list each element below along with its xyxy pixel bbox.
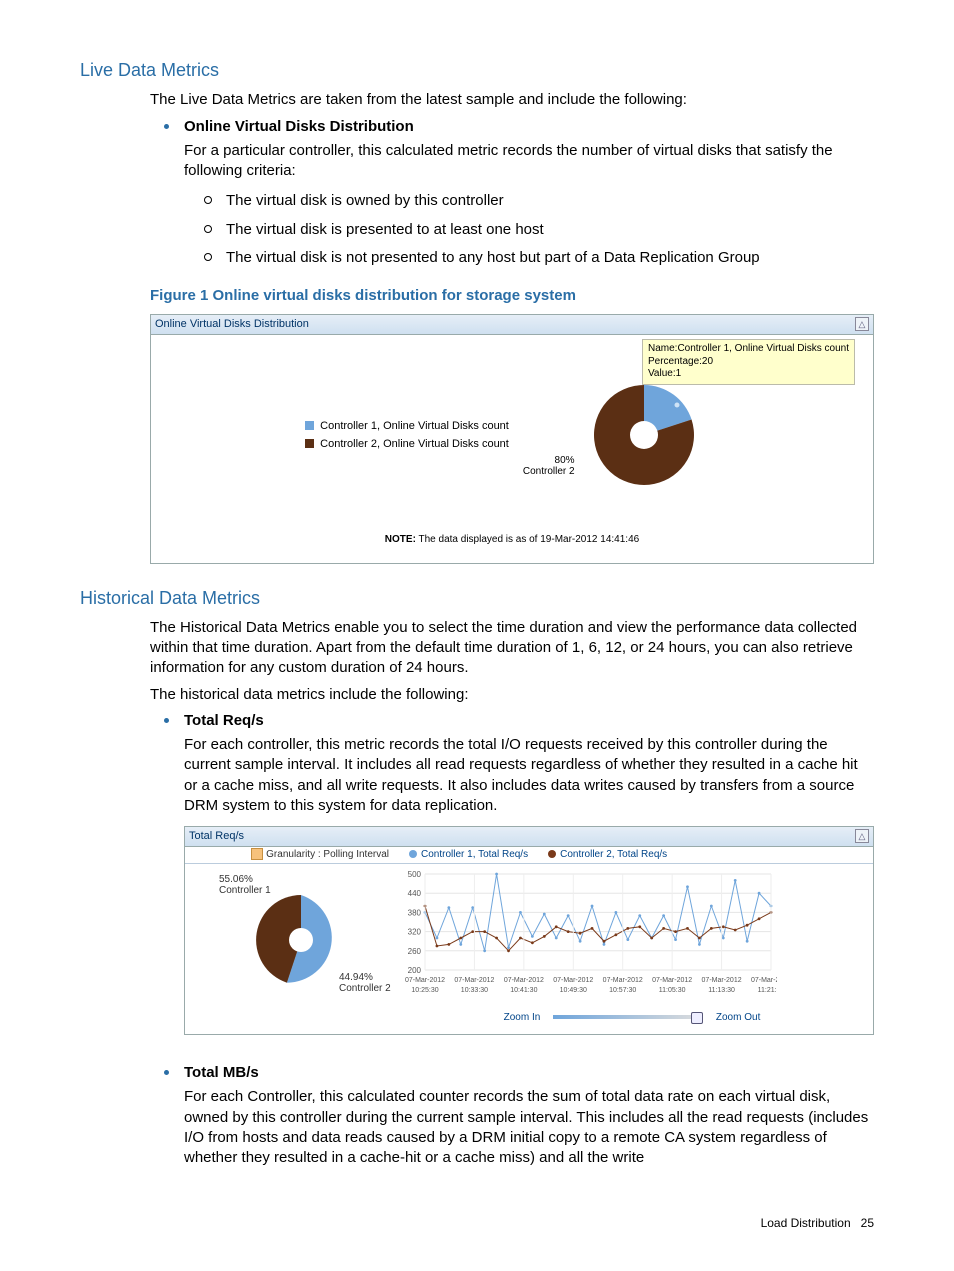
legend-label-1: Controller 1, Online Virtual Disks count [320,420,509,432]
page-footer: Load Distribution 25 [761,1215,874,1231]
svg-text:260: 260 [408,946,422,955]
figure-2-panel: Total Req/s △ Granularity : Polling Inte… [184,826,874,1035]
figure-1-titlebar: Online Virtual Disks Distribution △ [151,315,873,335]
svg-text:320: 320 [408,927,422,936]
svg-text:11:21:30: 11:21:30 [758,987,777,994]
zoom-out-label[interactable]: Zoom Out [716,1012,760,1023]
criterion-2: The virtual disk is presented to at leas… [198,220,874,240]
legend-swatch-brown [305,439,314,448]
figure-1-legend: Controller 1, Online Virtual Disks count… [305,416,509,455]
figure-2-pie: 55.06%Controller 1 44.94%Controller 2 [191,868,391,1008]
figure-2-titlebar: Total Req/s △ [185,827,873,847]
zoom-in-label[interactable]: Zoom In [504,1012,541,1023]
svg-text:07-Mar-2012: 07-Mar-2012 [603,977,643,984]
figure-2-header-row: Granularity : Polling Interval Controlle… [185,847,873,864]
zoom-slider[interactable] [553,1015,703,1019]
figure-1-title-text: Online Virtual Disks Distribution [155,318,309,330]
bullet-ovdd-desc: For a particular controller, this calcul… [184,141,874,182]
total-mbs-title: Total MB/s [184,1063,874,1083]
hist-para-1: The Historical Data Metrics enable you t… [150,618,874,679]
legend-label-2: Controller 2, Online Virtual Disks count [320,438,509,450]
svg-text:07-Mar-2012: 07-Mar-2012 [751,977,777,984]
svg-text:11:13:30: 11:13:30 [708,987,735,994]
heading-historical-data-metrics: Historical Data Metrics [80,586,874,610]
figure-2-title-text: Total Req/s [189,830,244,842]
slice-label-controller2: 80% Controller 2 [523,455,575,477]
bullet-total-mbs: Total MB/s For each Controller, this cal… [150,1063,874,1168]
svg-text:500: 500 [408,870,422,879]
svg-text:11:05:30: 11:05:30 [659,987,686,994]
hist-para-2: The historical data metrics include the … [150,685,874,705]
legend-dot-brown [548,850,556,858]
bullet-total-reqs: Total Req/s For each controller, this me… [150,711,874,1035]
series-label-1: Controller 1, Total Req/s [421,849,528,860]
criterion-3: The virtual disk is not presented to any… [198,248,874,268]
svg-text:07-Mar-2012: 07-Mar-2012 [652,977,692,984]
total-reqs-desc: For each controller, this metric records… [184,735,874,816]
legend-swatch-blue [305,421,314,430]
criterion-1: The virtual disk is owned by this contro… [198,191,874,211]
svg-text:200: 200 [408,966,422,975]
svg-text:10:33:30: 10:33:30 [461,987,488,994]
figure-1-tooltip: Name:Controller 1, Online Virtual Disks … [642,339,855,385]
heading-live-data-metrics: Live Data Metrics [80,58,874,82]
svg-text:10:25:30: 10:25:30 [411,987,438,994]
figure-1-caption: Figure 1 Online virtual disks distributi… [150,286,874,306]
collapse-icon[interactable]: △ [855,317,869,331]
svg-text:07-Mar-2012: 07-Mar-2012 [504,977,544,984]
svg-text:10:57:30: 10:57:30 [609,987,636,994]
figure-2-linechart: 200 260 320 380 440 500 07-Mar-2012 10:25:30 07-… [397,868,867,1025]
zoom-thumb[interactable] [691,1012,703,1024]
total-reqs-title: Total Req/s [184,711,874,731]
svg-text:440: 440 [408,889,422,898]
figure-1-pie: 80% Controller 2 [549,365,719,505]
svg-text:07-Mar-2012: 07-Mar-2012 [553,977,593,984]
granularity-label: Granularity : Polling Interval [266,849,389,860]
bullet-ovdd: Online Virtual Disks Distribution For a … [150,117,874,269]
svg-text:07-Mar-2012: 07-Mar-2012 [702,977,742,984]
series-label-2: Controller 2, Total Req/s [560,849,667,860]
svg-text:07-Mar-2012: 07-Mar-2012 [405,977,445,984]
granularity-icon [251,848,263,860]
figure-1-note: NOTE: The data displayed is as of 19-Mar… [167,533,857,547]
svg-text:10:49:30: 10:49:30 [560,987,587,994]
svg-text:07-Mar-2012: 07-Mar-2012 [454,977,494,984]
collapse-icon[interactable]: △ [855,829,869,843]
total-mbs-desc: For each Controller, this calculated cou… [184,1087,874,1168]
svg-text:10:41:30: 10:41:30 [510,987,537,994]
live-intro: The Live Data Metrics are taken from the… [150,90,874,110]
bullet-ovdd-title: Online Virtual Disks Distribution [184,117,874,137]
legend-dot-blue [409,850,417,858]
svg-text:380: 380 [408,908,422,917]
figure-1-panel: Online Virtual Disks Distribution △ Cont… [150,314,874,563]
